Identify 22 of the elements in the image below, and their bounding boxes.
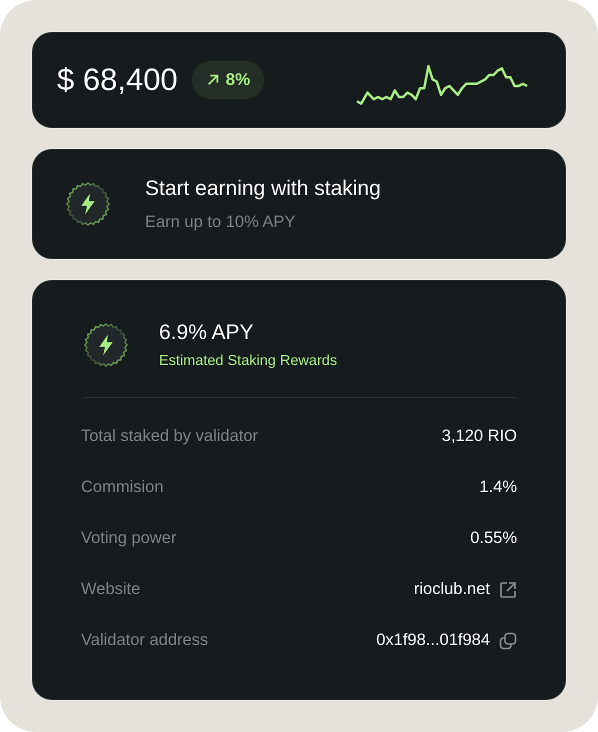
- copy-icon[interactable]: [499, 632, 517, 650]
- staking-promo-card[interactable]: Start earning with staking Earn up to 10% APY: [32, 149, 566, 259]
- promo-subtitle: Earn up to 10% APY: [145, 212, 296, 232]
- row-label: Validator address: [81, 631, 208, 650]
- row-label: Website: [81, 580, 140, 599]
- row-label: Total staked by validator: [81, 427, 258, 446]
- external-link-icon[interactable]: [499, 580, 517, 598]
- promo-title: Start earning with staking: [145, 176, 381, 200]
- row-value: 0x1f98...01f984: [376, 631, 490, 650]
- lightning-badge-icon: [65, 181, 111, 227]
- website-link[interactable]: rioclub.net: [414, 580, 490, 599]
- row-value: 0.55%: [470, 529, 517, 548]
- trend-arrow-icon: [206, 73, 220, 87]
- apy-value: 6.9% APY: [159, 321, 255, 345]
- row-value: 3,120 RIO: [442, 427, 517, 446]
- apy-caption: Estimated Staking Rewards: [159, 353, 338, 369]
- change-percent: 8%: [226, 70, 250, 90]
- lightning-badge-icon: [83, 322, 129, 368]
- row-value: 1.4%: [479, 478, 517, 497]
- row-label: Commision: [81, 478, 164, 497]
- row-label: Voting power: [81, 529, 176, 548]
- balance-amount: $ 68,400: [57, 62, 178, 98]
